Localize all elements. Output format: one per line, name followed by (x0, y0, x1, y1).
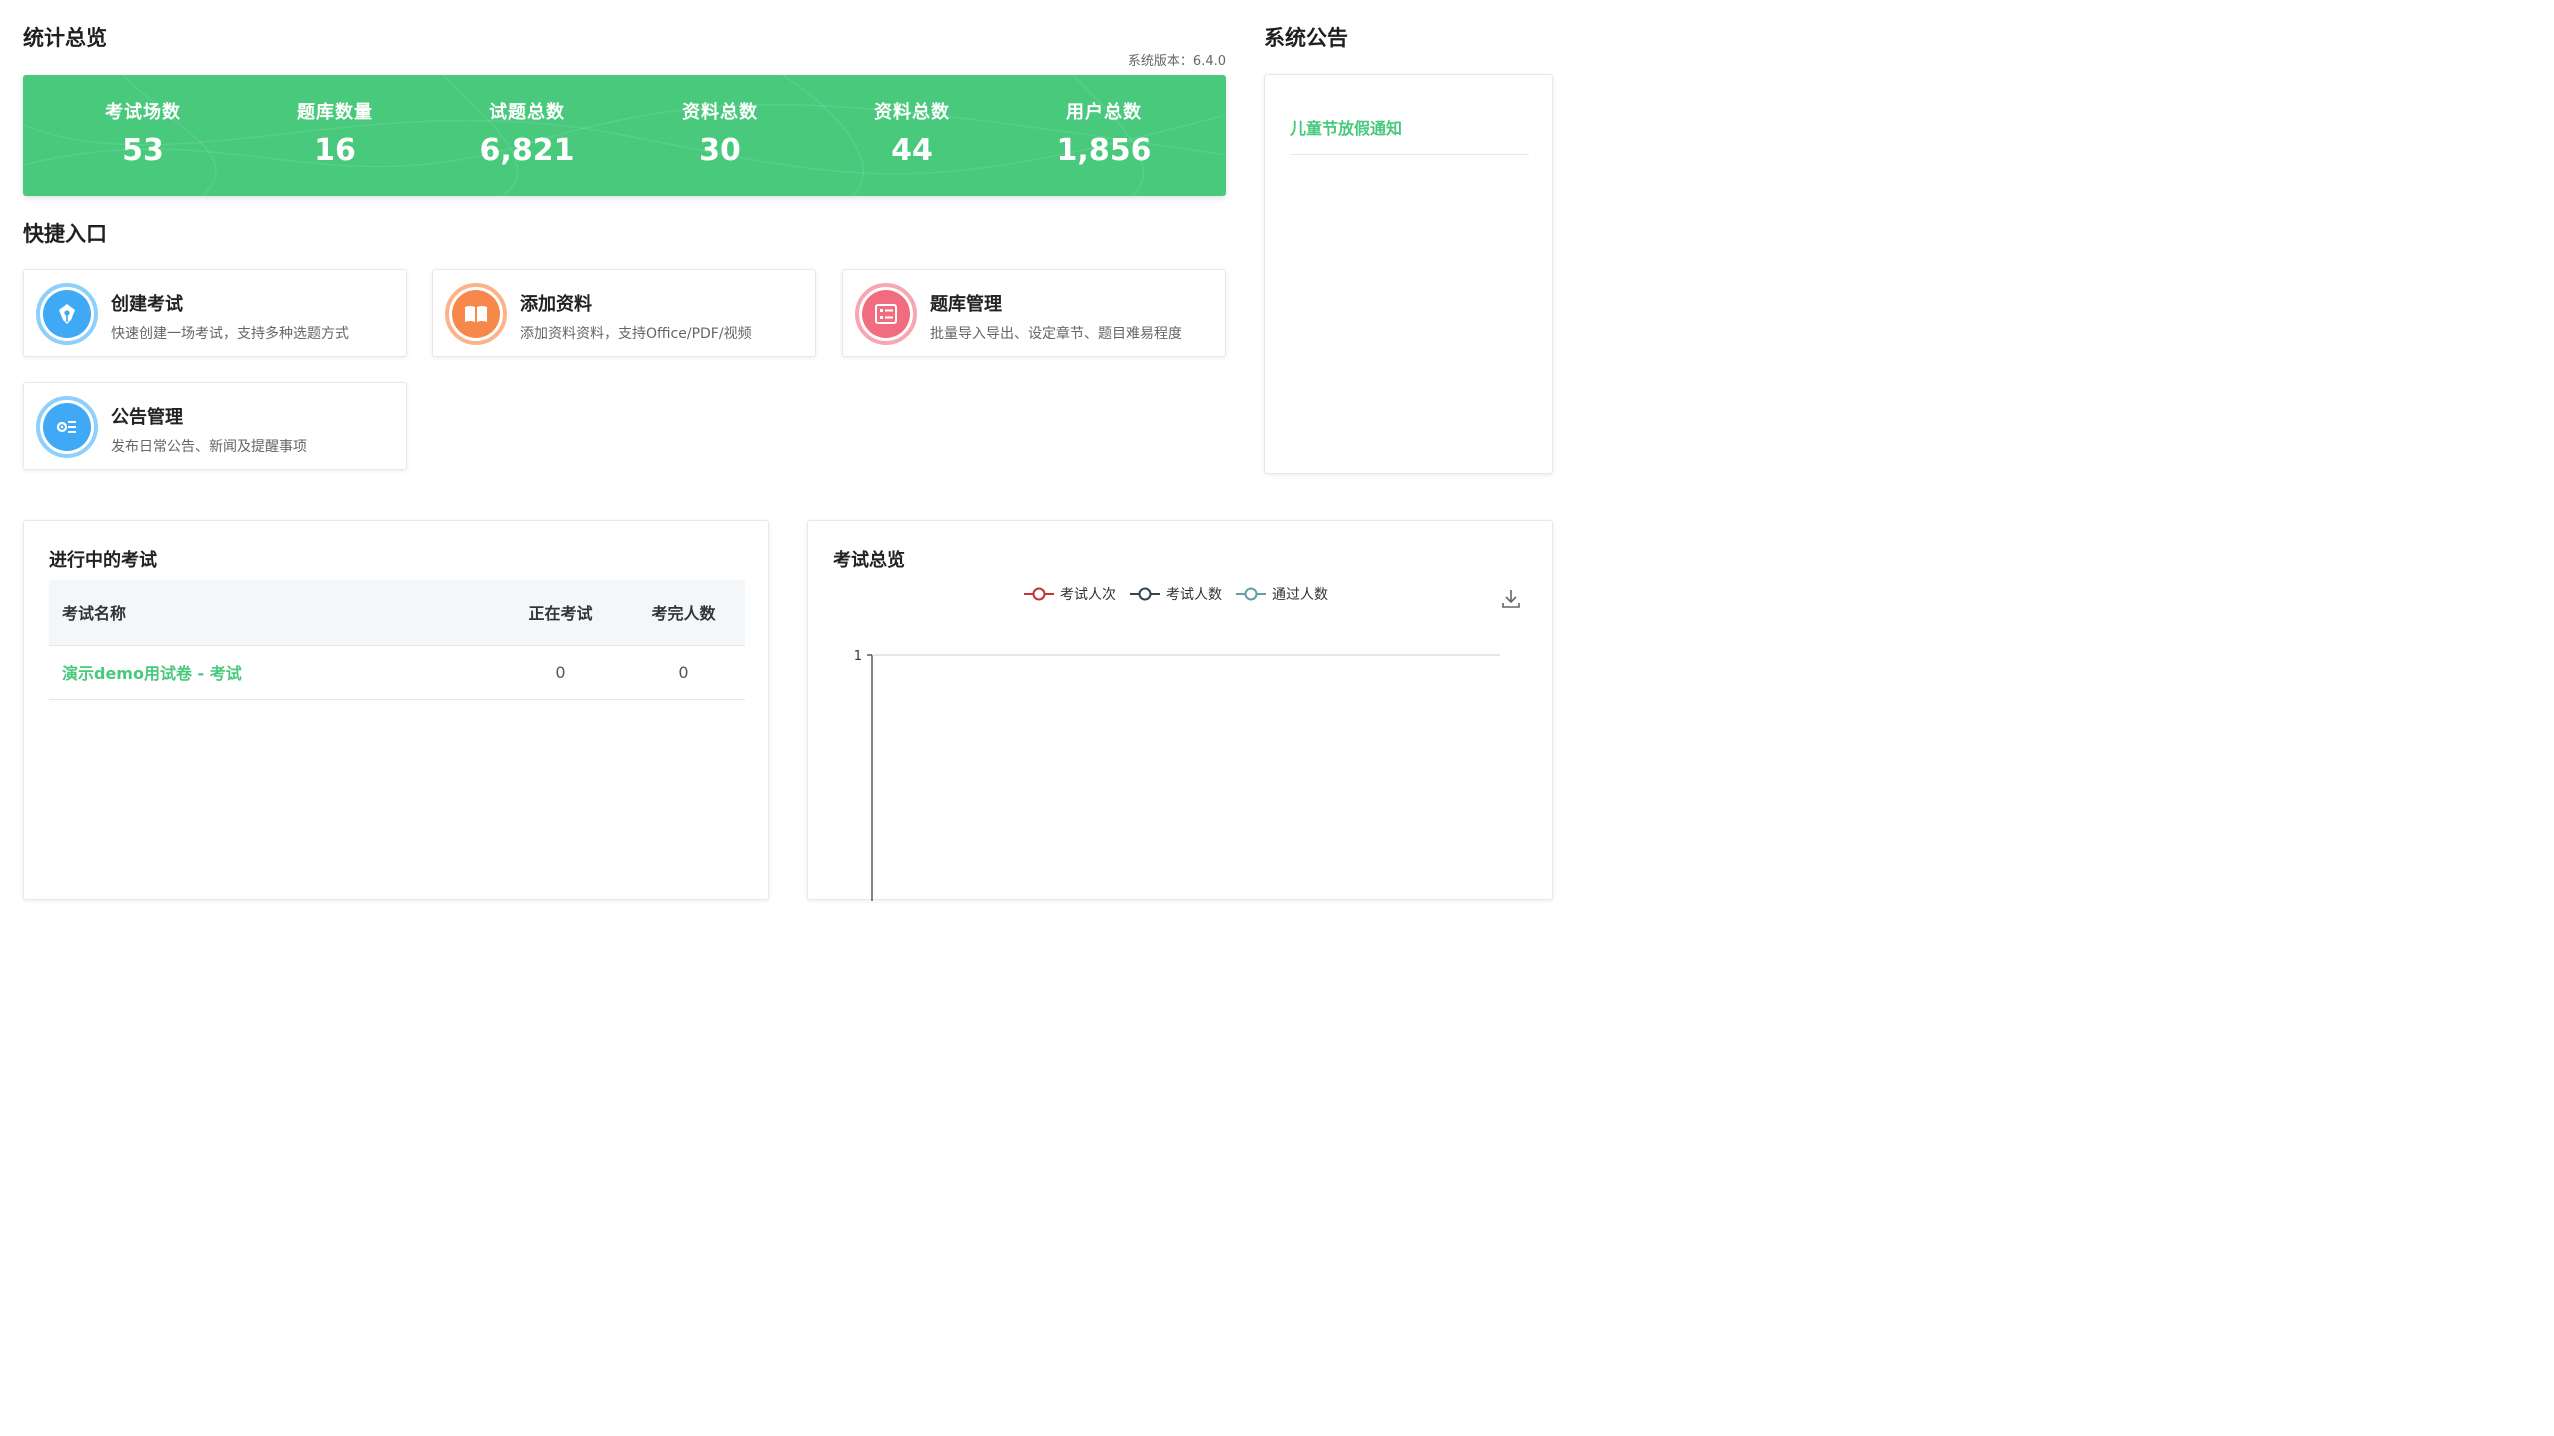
entry-desc: 添加资料资料，支持Office/PDF/视频 (520, 326, 752, 342)
stat-user-count: 用户总数 1,856 (1004, 75, 1204, 196)
pen-icon (36, 283, 98, 345)
stat-material-count: 资料总数 30 (620, 75, 820, 196)
running-exams-table: 考试名称 正在考试 考完人数 演示demo用试卷 - 考试 0 0 (49, 580, 745, 700)
legend-label: 通过人数 (1272, 587, 1328, 603)
stat-label: 考试场数 (105, 102, 181, 123)
running-exams-panel: 进行中的考试 考试名称 正在考试 考完人数 演示demo用试卷 - 考试 0 0 (23, 520, 769, 900)
notice-item[interactable]: 儿童节放假通知 (1290, 115, 1529, 155)
in-progress-cell: 0 (499, 645, 622, 700)
column-header-finished: 考完人数 (622, 580, 745, 646)
stat-value: 53 (122, 133, 164, 168)
entry-title: 创建考试 (111, 294, 183, 315)
notice-title: 系统公告 (1264, 26, 1348, 50)
chart-legend: 考试人次 考试人数 通过人数 (1024, 584, 1328, 604)
exam-overview-chart: 1 (854, 649, 1500, 901)
stat-label: 试题总数 (489, 102, 565, 123)
entry-desc: 发布日常公告、新闻及提醒事项 (111, 439, 307, 455)
stat-value: 44 (891, 133, 933, 168)
legend-item-series-0[interactable]: 考试人次 (1024, 584, 1116, 604)
legend-label: 考试人数 (1166, 587, 1222, 603)
legend-label: 考试人次 (1060, 587, 1116, 603)
stat-material-count-2: 资料总数 44 (812, 75, 1012, 196)
stat-exam-count: 考试场数 53 (43, 75, 243, 196)
chart-y-tick-label: 1 (854, 649, 862, 664)
finished-cell: 0 (622, 645, 745, 700)
quick-entry-notice-manage[interactable]: 公告管理 发布日常公告、新闻及提醒事项 (23, 382, 407, 470)
column-header-name: 考试名称 (49, 580, 499, 646)
version-text: 系统版本：6.4.0 (1127, 54, 1226, 69)
entry-desc: 快速创建一场考试，支持多种选题方式 (111, 326, 349, 342)
legend-item-series-1[interactable]: 考试人数 (1130, 584, 1222, 604)
column-header-in-progress: 正在考试 (499, 580, 622, 646)
stats-title: 统计总览 (23, 26, 107, 50)
stat-value: 6,821 (479, 133, 575, 168)
quick-title: 快捷入口 (23, 222, 107, 246)
entry-title: 题库管理 (930, 294, 1002, 315)
legend-item-series-2[interactable]: 通过人数 (1236, 584, 1328, 604)
quick-entry-create-exam[interactable]: 创建考试 快速创建一场考试，支持多种选题方式 (23, 269, 407, 357)
stat-value: 16 (314, 133, 356, 168)
stat-bank-count: 题库数量 16 (235, 75, 435, 196)
settings-list-icon (36, 396, 98, 458)
table-row: 演示demo用试卷 - 考试 0 0 (49, 645, 745, 700)
stat-label: 资料总数 (682, 102, 758, 123)
legend-marker (1236, 587, 1266, 601)
quick-entry-add-material[interactable]: 添加资料 添加资料资料，支持Office/PDF/视频 (432, 269, 816, 357)
list-icon (855, 283, 917, 345)
legend-marker (1130, 587, 1160, 601)
notice-panel: 儿童节放假通知 (1264, 74, 1553, 474)
book-icon (445, 283, 507, 345)
exam-name-cell: 演示demo用试卷 - 考试 (49, 645, 499, 700)
stat-value: 30 (699, 133, 741, 168)
entry-title: 公告管理 (111, 407, 183, 428)
entry-title: 添加资料 (520, 294, 592, 315)
exam-overview-title: 考试总览 (833, 550, 905, 571)
running-exams-title: 进行中的考试 (49, 550, 157, 571)
quick-entry-question-bank[interactable]: 题库管理 批量导入导出、设定章节、题目难易程度 (842, 269, 1226, 357)
stats-banner: 考试场数 53 题库数量 16 试题总数 6,821 资料总数 30 资料总数 … (23, 75, 1226, 196)
stat-label: 题库数量 (297, 102, 373, 123)
download-icon[interactable] (1500, 588, 1522, 610)
stat-label: 用户总数 (1066, 102, 1142, 123)
exam-link[interactable]: 演示demo用试卷 - 考试 (62, 664, 242, 683)
legend-marker (1024, 587, 1054, 601)
stat-label: 资料总数 (874, 102, 950, 123)
stat-question-count: 试题总数 6,821 (427, 75, 627, 196)
entry-desc: 批量导入导出、设定章节、题目难易程度 (930, 326, 1182, 342)
stat-value: 1,856 (1056, 133, 1152, 168)
exam-overview-panel: 考试总览 考试人次 考试人数 通过人数 1 (807, 520, 1553, 901)
table-header-row: 考试名称 正在考试 考完人数 (49, 580, 745, 646)
